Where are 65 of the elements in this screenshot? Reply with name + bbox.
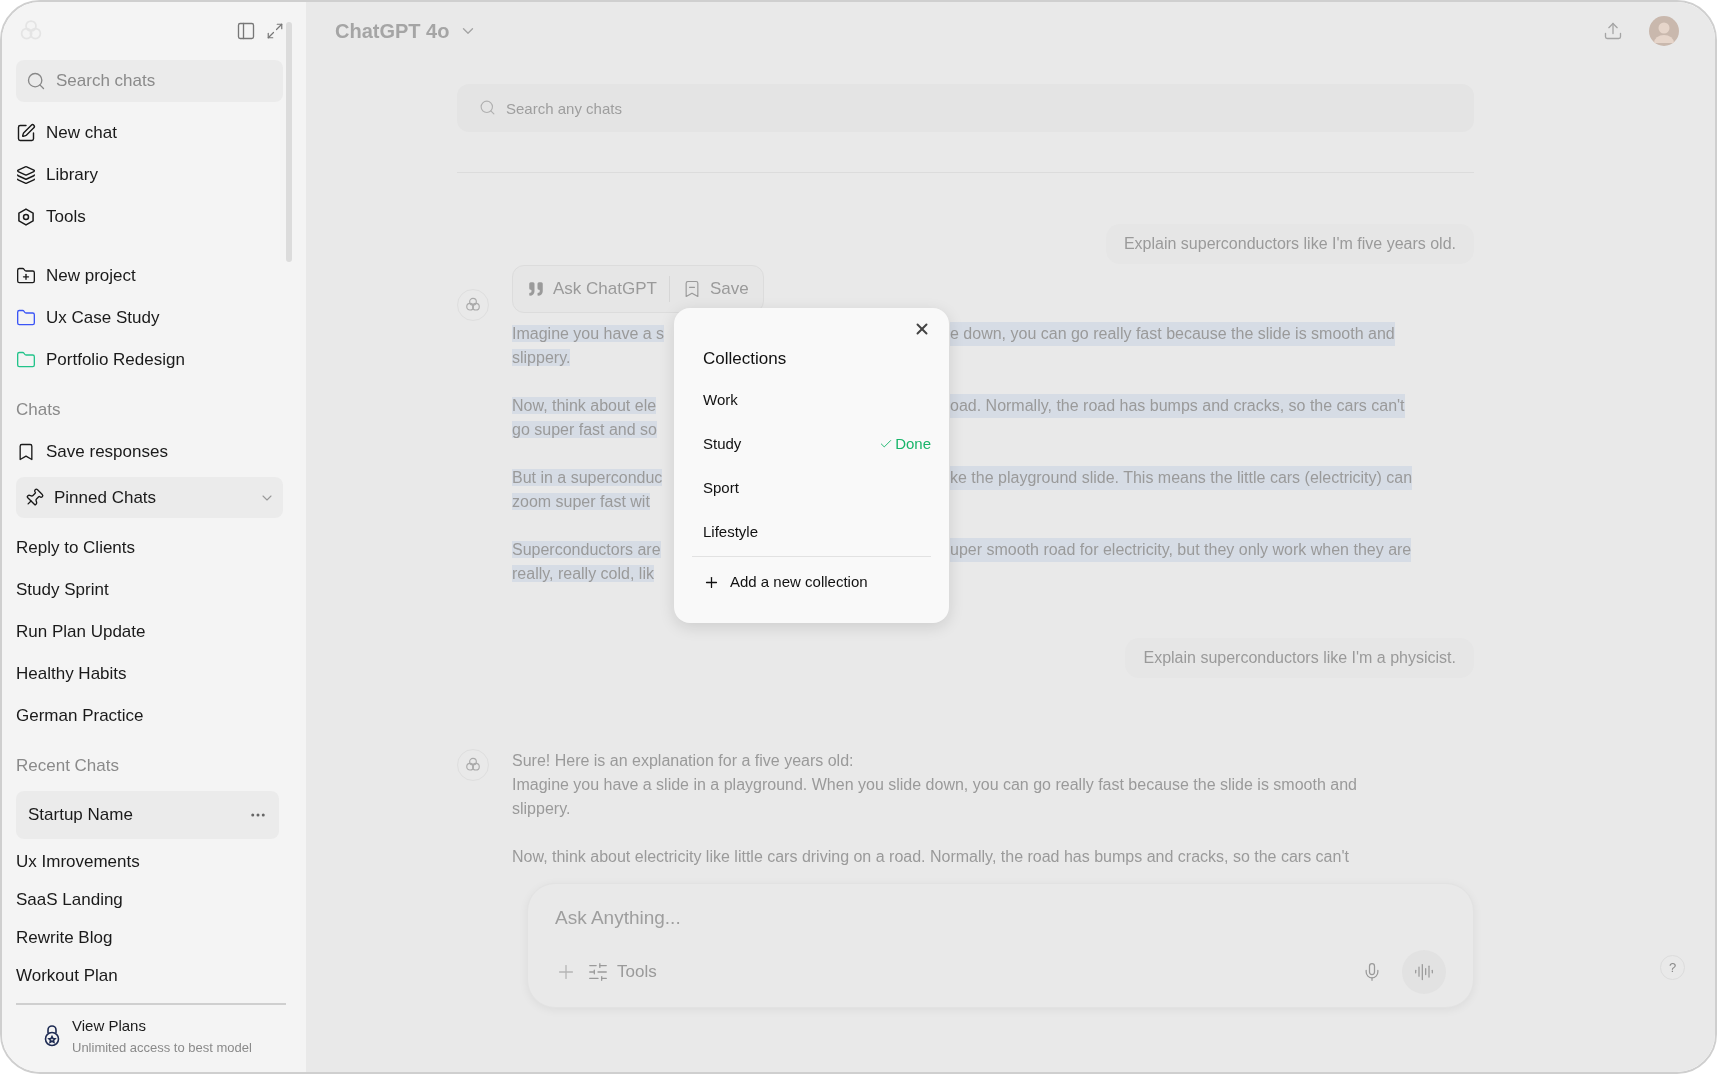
highlighted-text: Superconductors are: [512, 541, 661, 558]
section-heading: Chats: [16, 399, 62, 422]
highlighted-text: ke the playground slide. This means the little cars (electricity) can: [950, 466, 1413, 490]
hexagon-icon: [16, 207, 36, 227]
new-project-item[interactable]: New project: [16, 255, 278, 297]
plan-subtitle: Unlimited access to best model: [72, 1038, 252, 1057]
folder-plus-icon: [16, 266, 36, 286]
collection-item[interactable]: Work: [692, 388, 931, 412]
sidebar-toggle-icon[interactable]: [236, 21, 256, 41]
nav-item[interactable]: New chat: [16, 112, 278, 154]
scrollbar[interactable]: [286, 22, 292, 262]
highlighted-text: Imagine you have a s: [512, 325, 665, 342]
chat-item[interactable]: German Practice: [16, 695, 292, 737]
message-text: Sure! Here is an explanation for a five years old:: [512, 752, 854, 769]
collection-item[interactable]: Study: [692, 432, 880, 456]
highlighted-text: slippery.: [512, 349, 571, 366]
voice-button[interactable]: [1402, 950, 1446, 994]
project-item[interactable]: Portfolio Redesign: [16, 339, 278, 381]
highlighted-text: e down, you can go really fast because the slide is smooth and: [950, 322, 1395, 346]
sliders-icon: [587, 961, 609, 983]
search-field[interactable]: Search chats: [16, 60, 283, 102]
highlighted-text: oad. Normally, the road has bumps and cracks, so the cars can't: [950, 394, 1405, 418]
nav-item[interactable]: Tools: [16, 196, 278, 238]
project-item[interactable]: Ux Case Study: [16, 297, 278, 339]
layers-icon: [16, 165, 36, 185]
nav-item[interactable]: Save responses: [16, 431, 278, 473]
chat-item[interactable]: Startup Name: [16, 791, 279, 839]
avatar[interactable]: [1649, 16, 1679, 46]
chat-item[interactable]: Healthy Habits: [16, 653, 292, 695]
highlighted-text: go super fast and so: [512, 421, 657, 438]
highlighted-text: uper smooth road for electricity, but they only work when they are: [950, 538, 1412, 562]
chat-item[interactable]: Reply to Clients: [16, 527, 292, 569]
edit-icon: [16, 123, 36, 143]
done-status: Done: [895, 433, 931, 454]
pinned-chats-dropdown[interactable]: Pinned Chats: [16, 477, 283, 518]
nav-item[interactable]: Library: [16, 154, 278, 196]
audio-icon: [1414, 962, 1434, 982]
chat-search-field[interactable]: Search any chats: [457, 84, 1474, 132]
chat-item[interactable]: Ux Imrovements: [16, 843, 292, 881]
chat-item[interactable]: Run Plan Update: [16, 611, 292, 653]
search-icon: [479, 99, 496, 116]
expand-icon[interactable]: [266, 22, 284, 40]
chat-item[interactable]: Study Sprint: [16, 569, 292, 611]
popup-title: Collections: [702, 348, 788, 370]
add-collection-button[interactable]: Add a new collection: [692, 567, 868, 597]
plan-title[interactable]: View Plans: [72, 1015, 252, 1038]
highlighted-text: But in a superconduc: [512, 469, 663, 486]
highlighted-text: really, really cold, lik: [512, 565, 654, 582]
chat-item[interactable]: SaaS Landing: [16, 881, 292, 919]
message-text: Imagine you have a slide in a playground. When you slide down, you can go really fast because the slide is smooth and: [512, 776, 1357, 793]
highlighted-text: Now, think about ele: [512, 397, 657, 414]
close-icon[interactable]: [913, 320, 931, 338]
message-text: slippery.: [512, 800, 571, 817]
collection-item[interactable]: Sport: [692, 476, 931, 500]
share-icon[interactable]: [1603, 21, 1623, 41]
search-icon: [26, 71, 46, 91]
chat-item[interactable]: Workout Plan: [16, 957, 292, 995]
chat-item[interactable]: Rewrite Blog: [16, 919, 292, 957]
lock-icon: [42, 1025, 62, 1047]
collection-item[interactable]: Lifestyle: [692, 520, 931, 544]
message-text: Now, think about electricity like little cars driving on a road. Normally, the road has bumps and cracks, so the cars can't: [512, 848, 1349, 865]
message-input[interactable]: Ask Anything...: [555, 904, 1446, 932]
section-heading: Recent Chats: [16, 755, 120, 778]
highlighted-text: zoom super fast wit: [512, 493, 650, 510]
quote-icon: [527, 280, 545, 298]
